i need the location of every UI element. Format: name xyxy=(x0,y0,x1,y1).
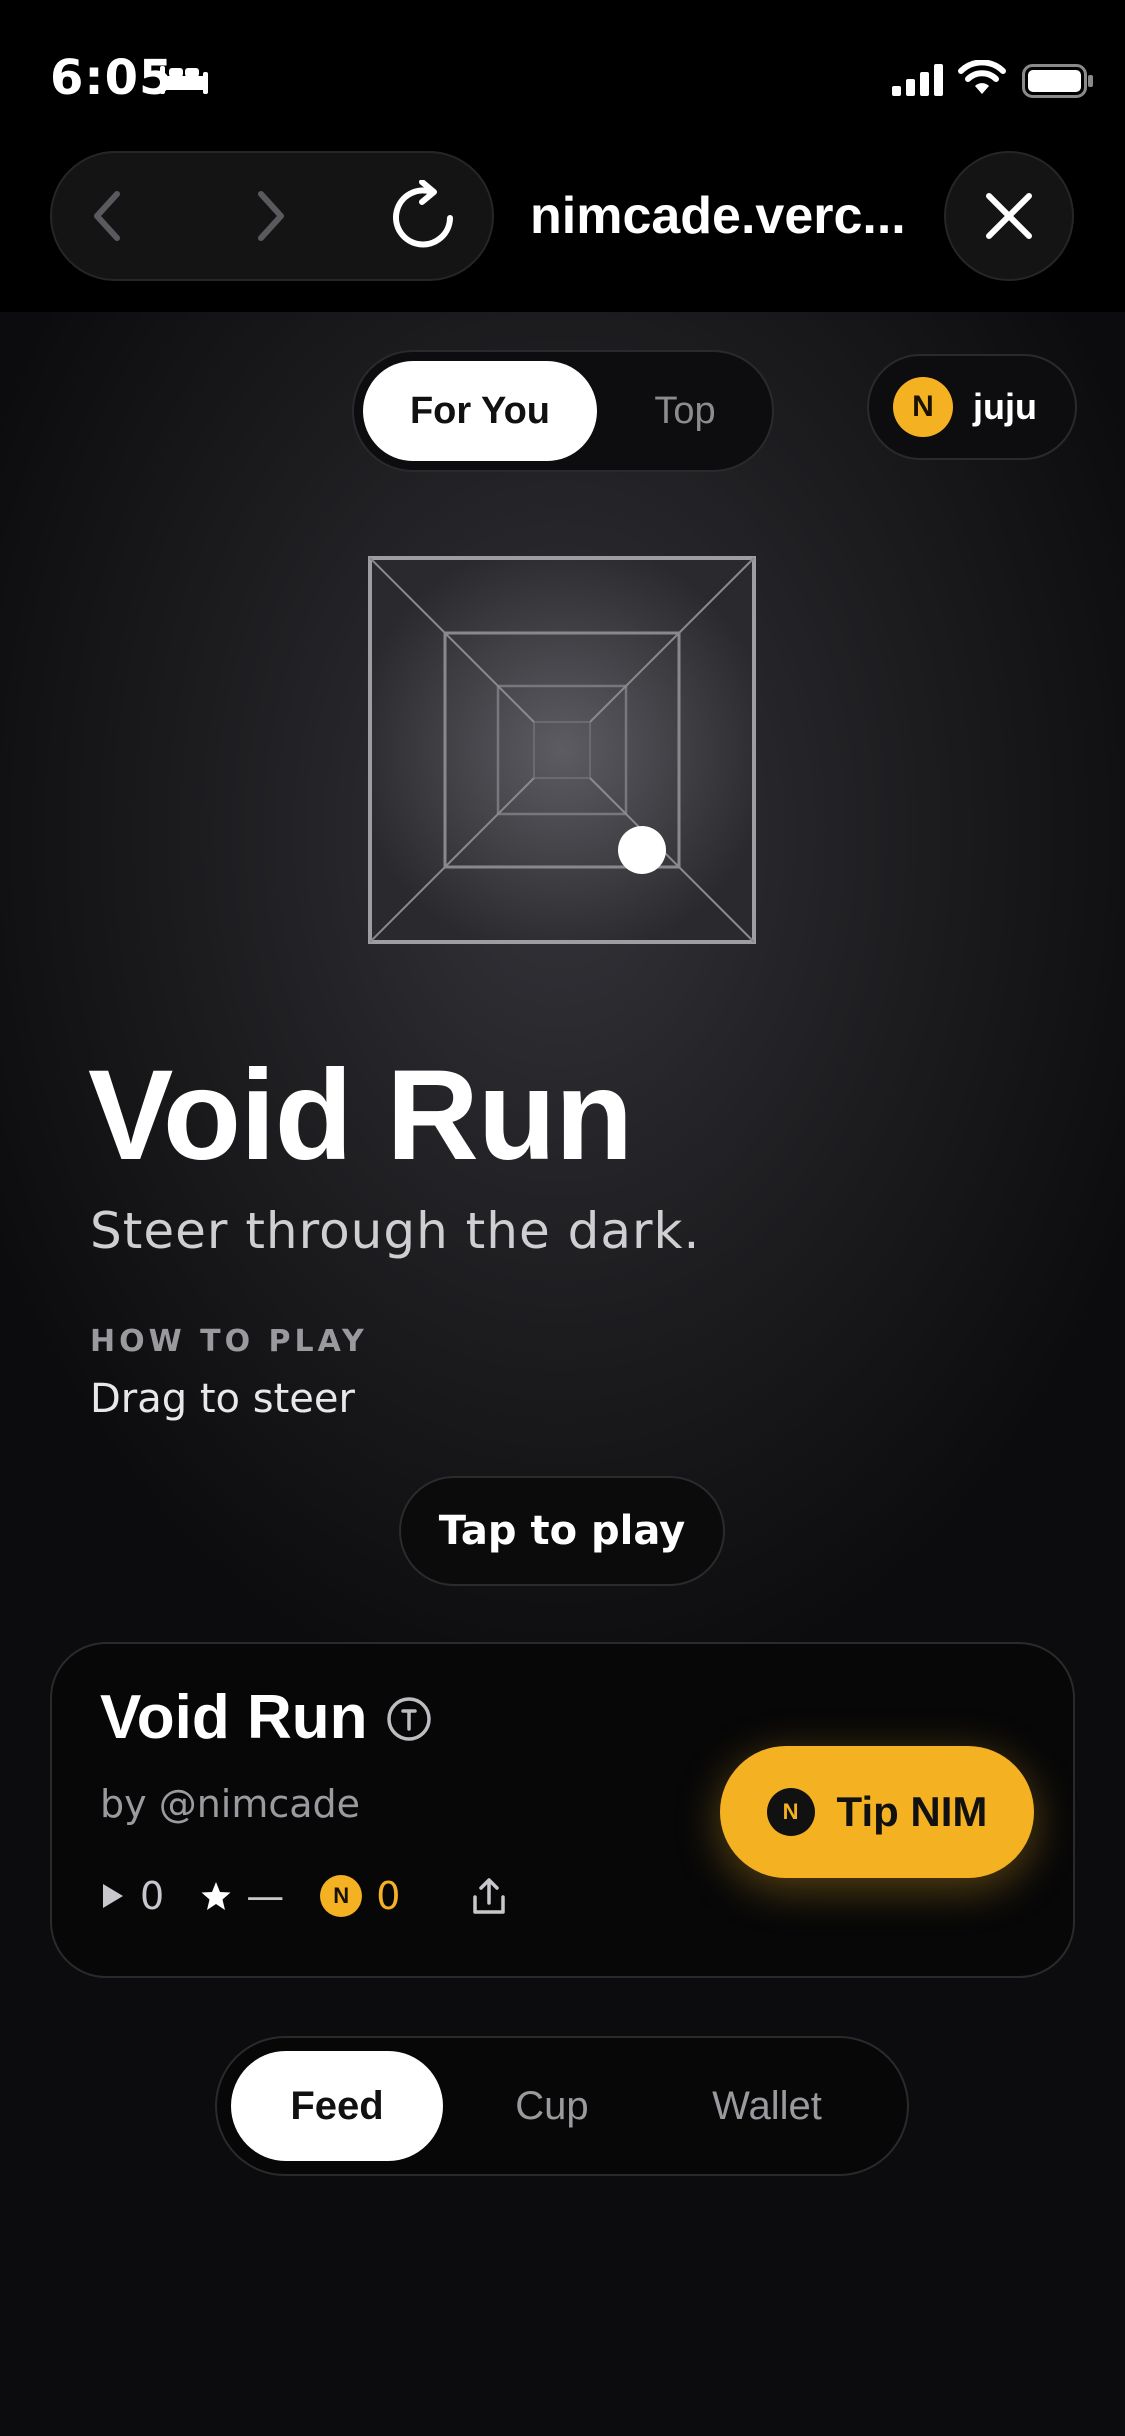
forward-icon xyxy=(258,191,284,241)
close-icon xyxy=(986,193,1032,239)
tap-to-play-button[interactable]: Tap to play xyxy=(399,1476,725,1586)
game-info-card: Void Run by @nimcade 0 — N 0 N Tip NIM xyxy=(50,1642,1075,1978)
status-time: 6:05 xyxy=(50,50,174,106)
plays-count: 0 xyxy=(140,1874,165,1918)
tab-for-you[interactable]: For You xyxy=(363,361,597,461)
player-ball xyxy=(618,826,666,874)
feed-tab-switch: For You Top xyxy=(352,350,774,472)
close-browser-button[interactable] xyxy=(944,151,1074,281)
share-stat[interactable] xyxy=(472,1877,506,1915)
reload-icon xyxy=(393,180,453,248)
battery-icon xyxy=(1022,64,1093,98)
nim-coin-icon: N xyxy=(893,377,953,437)
tips-count: 0 xyxy=(376,1874,401,1918)
how-to-play-text: Drag to steer xyxy=(90,1376,355,1422)
forward-button[interactable] xyxy=(216,153,326,279)
bottom-nav: Feed Cup Wallet xyxy=(215,2036,909,2176)
nav-wallet[interactable]: Wallet xyxy=(657,2051,877,2161)
share-icon[interactable] xyxy=(472,1877,506,1915)
info-icon[interactable] xyxy=(386,1696,432,1742)
nim-coin-icon: N xyxy=(320,1875,363,1917)
user-chip[interactable]: N juju xyxy=(867,354,1077,460)
tip-nim-button[interactable]: N Tip NIM xyxy=(720,1746,1034,1878)
game-preview-tunnel xyxy=(368,556,756,944)
card-game-title: Void Run xyxy=(100,1683,368,1752)
tip-nim-label: Tip NIM xyxy=(836,1788,988,1835)
plays-stat: 0 xyxy=(100,1874,164,1918)
tab-top[interactable]: Top xyxy=(610,361,760,461)
nav-cup[interactable]: Cup xyxy=(467,2051,637,2161)
nav-feed[interactable]: Feed xyxy=(231,2051,443,2161)
back-button[interactable] xyxy=(52,153,162,279)
how-to-play-label: HOW TO PLAY xyxy=(90,1324,368,1359)
tips-stat: N 0 xyxy=(320,1874,400,1918)
game-stats: 0 — N 0 xyxy=(100,1872,542,1920)
user-name: juju xyxy=(973,386,1037,427)
address-bar-url[interactable]: nimcade.verc... xyxy=(530,186,906,246)
game-subtitle: Steer through the dark. xyxy=(90,1202,701,1260)
reload-button[interactable] xyxy=(370,153,480,279)
card-author[interactable]: by @nimcade xyxy=(100,1782,360,1826)
rating-stat: — xyxy=(200,1874,284,1918)
browser-nav-group xyxy=(50,151,494,281)
game-page: For You Top N juju Void Run Steer throug… xyxy=(0,312,1125,2436)
rating-value: — xyxy=(246,1874,285,1918)
wifi-icon xyxy=(958,60,1006,94)
play-icon xyxy=(103,1884,123,1908)
star-icon xyxy=(201,1882,231,1910)
bed-icon xyxy=(160,66,208,94)
game-title: Void Run xyxy=(88,1044,633,1187)
back-icon xyxy=(94,191,120,241)
status-bar: 6:05 xyxy=(0,0,1125,150)
cellular-signal-icon xyxy=(892,64,943,96)
nim-coin-icon: N xyxy=(766,1788,815,1836)
